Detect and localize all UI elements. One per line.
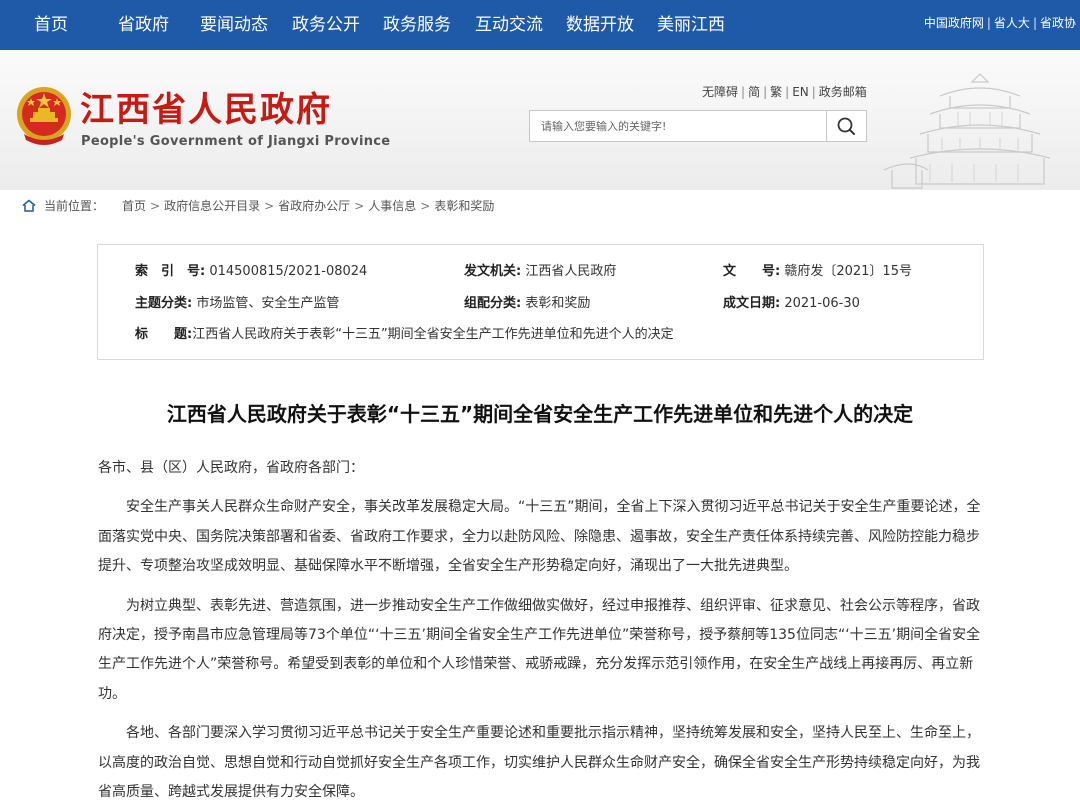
article-paragraph: 各地、各部门要深入学习贯彻习近平总书记关于安全生产重要论述和重要批示指示精神，坚… (98, 725, 980, 800)
link-traditional[interactable]: 繁 (770, 85, 782, 99)
nav-item-provincial-gov[interactable]: 省政府 (118, 0, 169, 50)
info-index-value: 014500815/2021-08024 (209, 264, 368, 279)
search-input[interactable] (529, 110, 827, 142)
utility-separator: | (741, 85, 746, 99)
article-body: 各市、县（区）人民政府，省政府各部门： 安全生产事关人民群众生命财产安全，事关改… (98, 454, 986, 800)
article-paragraph: 安全生产事关人民群众生命财产安全，事关改革发展稳定大局。“十三五”期间，全省上下… (98, 499, 981, 575)
info-date-label: 成文日期: (723, 296, 781, 311)
link-china-gov[interactable]: 中国政府网 (924, 16, 984, 30)
nav-item-beautiful-jiangxi[interactable]: 美丽江西 (657, 0, 725, 50)
utility-links: 无障碍 | 简 | 繁 | EN | 政务邮箱 (702, 83, 867, 100)
breadcrumb-label: 当前位置： (44, 199, 105, 213)
breadcrumb-home[interactable]: 首页 (122, 199, 146, 213)
search-button[interactable] (827, 110, 867, 142)
info-group-label: 组配分类: (464, 296, 522, 311)
article-title: 江西省人民政府关于表彰“十三五”期间全省安全生产工作先进单位和先进个人的决定 (166, 402, 914, 426)
link-separator: | (986, 16, 991, 30)
breadcrumb-personnel-info[interactable]: 人事信息 (368, 199, 416, 213)
utility-separator: | (785, 85, 790, 99)
national-emblem-icon (17, 87, 71, 145)
info-issuer-label: 发文机关: (464, 264, 522, 279)
info-issuer-value: 江西省人民政府 (525, 264, 617, 279)
breadcrumb-separator: > (150, 199, 161, 213)
breadcrumb-separator: > (264, 199, 275, 213)
nav-item-open-data[interactable]: 数据开放 (566, 0, 634, 50)
pavilion-illustration (883, 73, 1051, 189)
breadcrumb: 当前位置： 首页 > 政府信息公开目录 > 省政府办公厅 > 人事信息 > 表彰和奖励 (22, 198, 494, 214)
top-external-links: 中国政府网 | 省人大 | 省政协 (924, 0, 1076, 50)
breadcrumb-separator: > (420, 199, 431, 213)
info-issuer: 发文机关: 江西省人民政府 (464, 263, 616, 281)
breadcrumb-general-office[interactable]: 省政府办公厅 (278, 199, 350, 213)
info-title-value: 江西省人民政府关于表彰“十三五”期间全省安全生产工作先进单位和先进个人的决定 (192, 327, 674, 342)
info-topic-label: 主题分类: (135, 296, 193, 311)
link-accessibility[interactable]: 无障碍 (702, 85, 738, 99)
document-info-box: 索 引 号: 014500815/2021-08024 发文机关: 江西省人民政… (97, 244, 984, 360)
info-group-value: 表彰和奖励 (525, 296, 591, 311)
breadcrumb-commendations[interactable]: 表彰和奖励 (434, 199, 494, 213)
top-nav-bar: 首页 省政府 要闻动态 政务公开 政务服务 互动交流 数据开放 美丽江西 中国政… (0, 0, 1080, 50)
link-gov-mailbox[interactable]: 政务邮箱 (819, 85, 867, 99)
link-simplified[interactable]: 简 (748, 85, 760, 99)
utility-separator: | (763, 85, 768, 99)
site-header: 江西省人民政府 People's Government of Jiangxi P… (0, 50, 1080, 190)
info-docno-value: 赣府发〔2021〕15号 (784, 264, 912, 279)
info-topic-value: 市场监管、安全生产监管 (196, 296, 340, 311)
nav-item-gov-affairs-open[interactable]: 政务公开 (292, 0, 360, 50)
link-provincial-cppcc[interactable]: 省政协 (1040, 16, 1076, 30)
info-index-number: 索 引 号: 014500815/2021-08024 (135, 263, 367, 281)
link-separator: | (1032, 16, 1037, 30)
info-title-label: 标 题: (135, 327, 193, 342)
article-paragraph: 为树立典型、表彰先进、营造氛围，进一步推动安全生产工作做细做实做好，经过申报推荐… (98, 597, 981, 702)
site-title[interactable]: 江西省人民政府 (80, 90, 332, 130)
home-icon (22, 199, 36, 212)
nav-item-news[interactable]: 要闻动态 (200, 0, 268, 50)
link-english[interactable]: EN (792, 85, 809, 99)
info-document-number: 文 号: 赣府发〔2021〕15号 (723, 263, 912, 281)
nav-item-gov-services[interactable]: 政务服务 (383, 0, 451, 50)
info-docno-label: 文 号: (723, 264, 781, 279)
info-title: 标 题:江西省人民政府关于表彰“十三五”期间全省安全生产工作先进单位和先进个人的… (135, 326, 674, 344)
nav-item-home[interactable]: 首页 (34, 0, 68, 50)
breadcrumb-info-directory[interactable]: 政府信息公开目录 (164, 199, 260, 213)
article-salutation: 各市、县（区）人民政府，省政府各部门： (98, 460, 364, 476)
info-date-value: 2021-06-30 (784, 296, 860, 311)
utility-separator: | (811, 85, 816, 99)
info-group: 组配分类: 表彰和奖励 (464, 295, 590, 313)
info-index-label: 索 引 号: (135, 264, 206, 279)
link-provincial-congress[interactable]: 省人大 (994, 16, 1030, 30)
site-subtitle: People's Government of Jiangxi Province (81, 134, 391, 149)
info-topic: 主题分类: 市场监管、安全生产监管 (135, 295, 339, 313)
nav-item-interaction[interactable]: 互动交流 (475, 0, 543, 50)
search-icon (837, 117, 855, 135)
breadcrumb-separator: > (354, 199, 365, 213)
info-date: 成文日期: 2021-06-30 (723, 295, 860, 313)
